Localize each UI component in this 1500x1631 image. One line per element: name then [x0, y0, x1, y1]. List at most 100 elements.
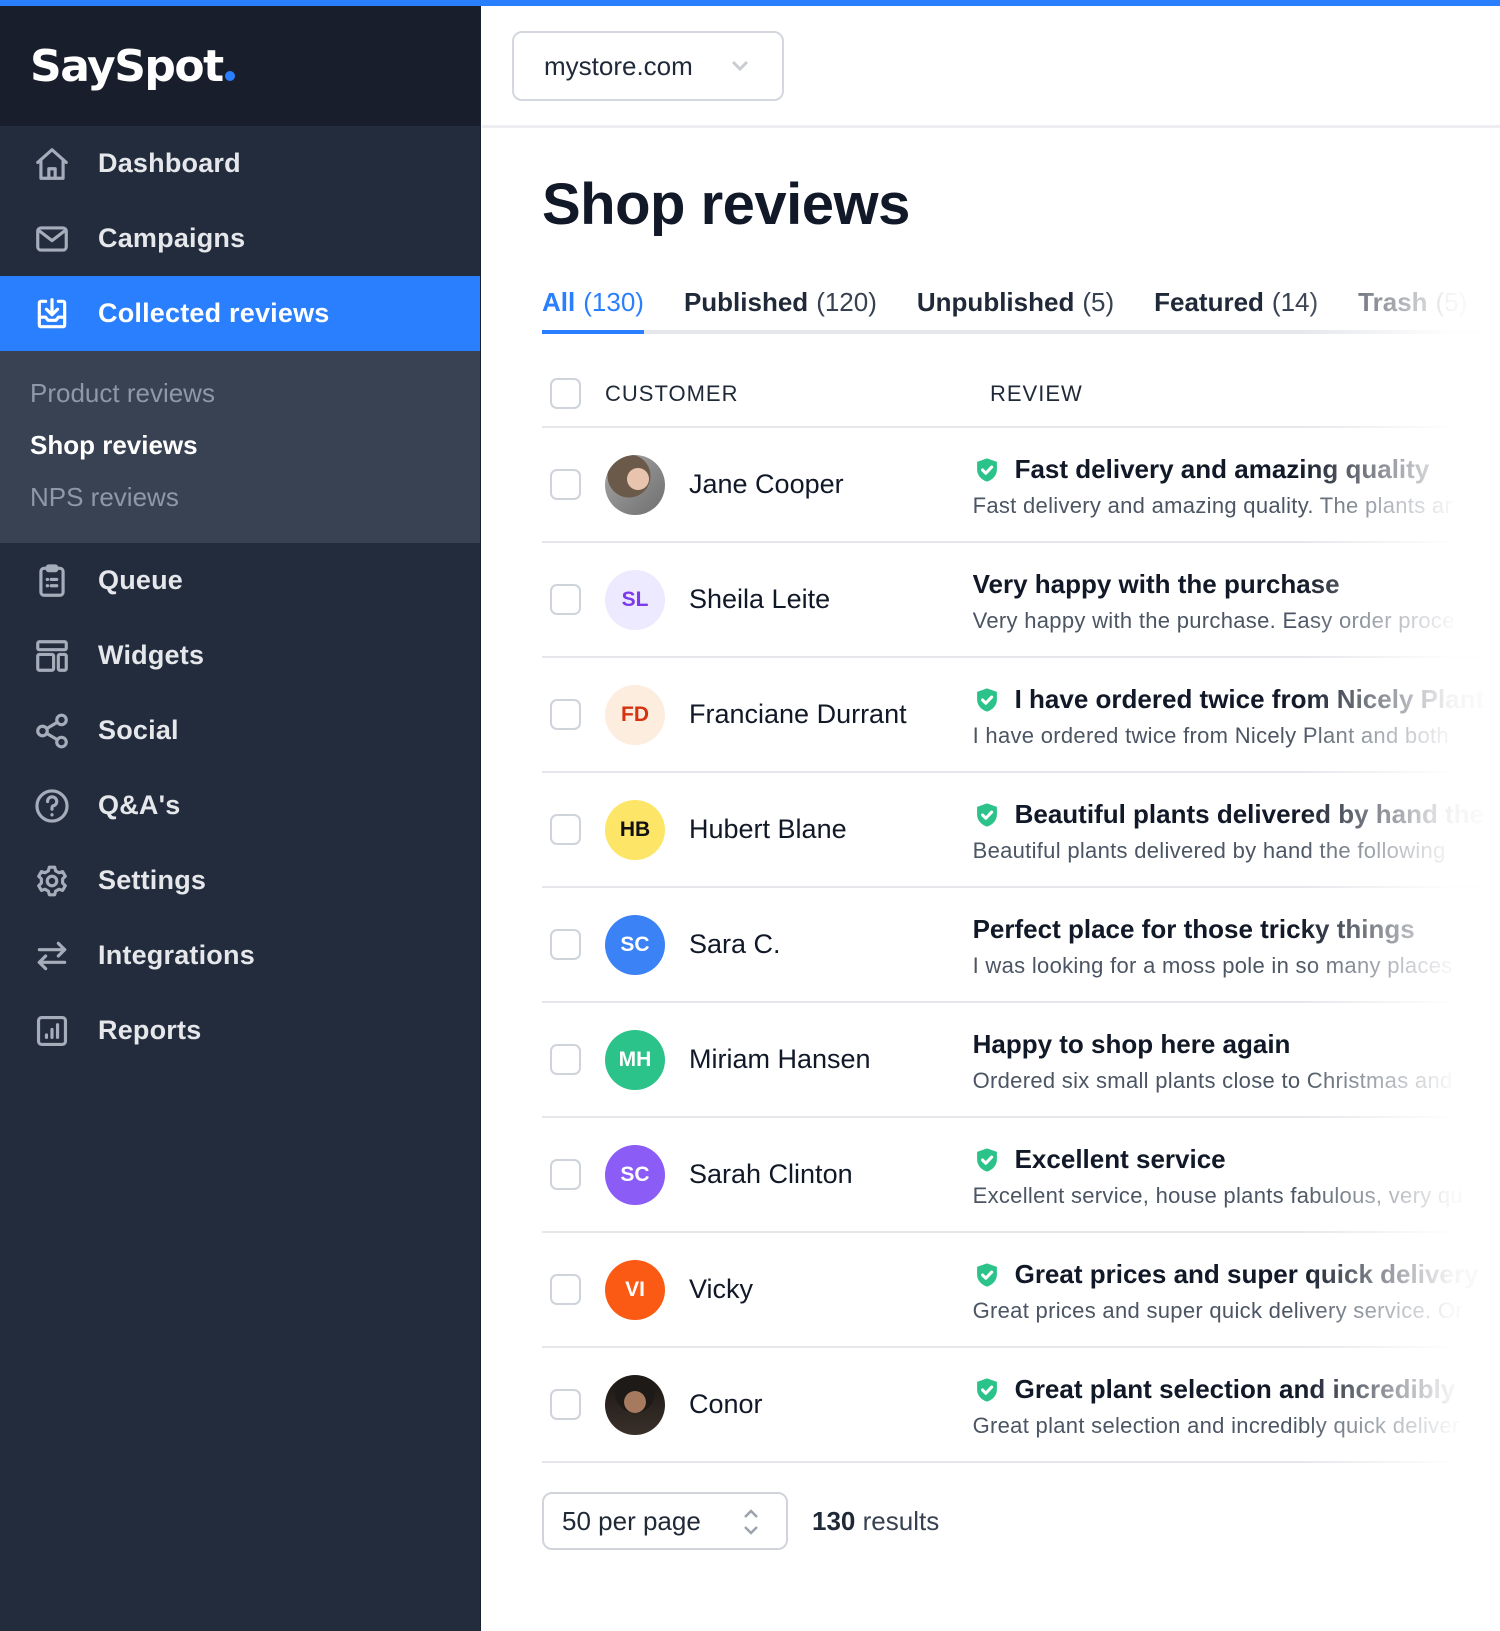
verified-shield-icon — [973, 1146, 1001, 1174]
review-body: Ordered six small plants close to Christ… — [972, 1067, 1453, 1093]
sidebar-item-campaigns[interactable]: Campaigns — [0, 201, 480, 276]
review-cell[interactable]: Fast delivery and amazing quality Fast d… — [973, 451, 1500, 519]
table-row[interactable]: SL Sheila Leite Very happy with the purc… — [542, 543, 1500, 658]
row-checkbox[interactable] — [550, 1389, 581, 1420]
sidebar-item-label: Dashboard — [98, 148, 241, 178]
mail-icon — [32, 219, 72, 259]
table-row[interactable]: SC Sarah Clinton Excellent service Excel… — [542, 1118, 1500, 1233]
verified-shield-icon — [973, 801, 1001, 829]
logo-dot — [224, 70, 235, 81]
sidebar-item-label: Reports — [98, 1015, 202, 1045]
review-cell[interactable]: Great prices and super quick delivery Gr… — [973, 1256, 1500, 1324]
customer-name: Franciane Durrant — [689, 699, 907, 729]
column-header-review: REVIEW — [990, 380, 1083, 406]
review-title-text: Happy to shop here again — [972, 1029, 1291, 1059]
verified-shield-icon — [973, 1261, 1001, 1289]
review-body: Fast delivery and amazing quality. The p… — [972, 492, 1453, 518]
review-title-text: Fast delivery and amazing quality — [1014, 454, 1430, 484]
tab-unpublished[interactable]: Unpublished (5) — [917, 274, 1114, 330]
tab-label: All — [542, 286, 576, 317]
store-select[interactable]: mystore.com — [512, 31, 784, 101]
bar-chart-icon — [32, 1011, 72, 1051]
review-cell[interactable]: Very happy with the purchase Very happy … — [973, 566, 1500, 634]
table-row[interactable]: FD Franciane Durrant I have ordered twic… — [542, 658, 1500, 773]
sidebar-item-integrations[interactable]: Integrations — [0, 918, 480, 993]
review-title-text: Perfect place for those tricky things — [972, 914, 1415, 944]
sidebar-item-dashboard[interactable]: Dashboard — [0, 126, 480, 201]
row-checkbox[interactable] — [550, 1044, 581, 1075]
row-checkbox[interactable] — [550, 699, 581, 730]
review-cell[interactable]: Perfect place for those tricky things I … — [973, 911, 1500, 979]
review-title-text: Beautiful plants delivered by hand the — [1014, 799, 1485, 829]
table-row[interactable]: VI Vicky Great prices and super quick de… — [542, 1233, 1500, 1348]
row-checkbox[interactable] — [550, 469, 581, 500]
logo[interactable]: SaySpot — [30, 41, 235, 92]
tab-all[interactable]: All (130) — [542, 274, 644, 334]
review-title: I have ordered twice from Nicely Plant — [973, 681, 1500, 719]
review-title: Very happy with the purchase — [973, 566, 1500, 604]
review-cell[interactable]: Great plant selection and incredibly Gre… — [973, 1371, 1500, 1439]
tab-count: (130) — [583, 286, 644, 317]
row-checkbox[interactable] — [550, 1159, 581, 1190]
row-checkbox[interactable] — [550, 929, 581, 960]
sidebar-item-settings[interactable]: Settings — [0, 843, 480, 918]
table-row[interactable]: MH Miriam Hansen Happy to shop here agai… — [542, 1003, 1500, 1118]
review-cell[interactable]: Excellent service Excellent service, hou… — [973, 1141, 1500, 1209]
sidebar-item-collected-reviews[interactable]: Collected reviews — [0, 276, 480, 351]
row-checkbox[interactable] — [550, 814, 581, 845]
tab-featured[interactable]: Featured (14) — [1154, 274, 1318, 330]
avatar: MH — [605, 1029, 665, 1090]
review-body: Very happy with the purchase. Easy order… — [972, 607, 1455, 633]
customer-name: Hubert Blane — [689, 814, 847, 844]
table-row[interactable]: Conor Great plant selection and incredib… — [542, 1348, 1500, 1463]
review-title: Happy to shop here again — [973, 1026, 1500, 1064]
row-checkbox[interactable] — [550, 1274, 581, 1305]
sidebar-item-queue[interactable]: Queue — [0, 543, 480, 618]
review-title: Great plant selection and incredibly — [973, 1371, 1500, 1409]
table-row[interactable]: HB Hubert Blane Beautiful plants deliver… — [542, 773, 1500, 888]
sidebar-item-label: Social — [98, 715, 179, 745]
review-cell[interactable]: Happy to shop here again Ordered six sma… — [973, 1026, 1500, 1094]
review-cell[interactable]: Beautiful plants delivered by hand the B… — [973, 796, 1500, 864]
sidebar-item-reports[interactable]: Reports — [0, 993, 480, 1068]
review-cell[interactable]: I have ordered twice from Nicely Plant I… — [973, 681, 1500, 749]
results-number: 130 — [812, 1505, 856, 1536]
review-body: I was looking for a moss pole in so many… — [972, 952, 1453, 978]
top-header: mystore.com — [482, 6, 1500, 128]
results-label: results — [862, 1505, 940, 1536]
collected-reviews-submenu: Product reviews Shop reviews NPS reviews — [0, 351, 480, 543]
review-title-text: Great plant selection and incredibly — [1014, 1374, 1456, 1404]
sidebar-item-label: Q&A's — [98, 790, 181, 820]
tab-trash[interactable]: Trash (5) — [1358, 274, 1467, 330]
sidebar-item-label: Collected reviews — [98, 298, 330, 328]
row-checkbox[interactable] — [550, 584, 581, 615]
review-title: Great prices and super quick delivery — [973, 1256, 1500, 1294]
avatar: FD — [605, 684, 665, 745]
tab-label: Published — [683, 286, 809, 317]
table-row[interactable]: Jane Cooper Fast delivery and amazing qu… — [542, 428, 1500, 543]
sidebar-item-label: Integrations — [98, 940, 255, 970]
submenu-item-product-reviews[interactable]: Product reviews — [30, 367, 480, 419]
submenu-item-shop-reviews[interactable]: Shop reviews — [30, 419, 480, 471]
logo-area: SaySpot — [0, 6, 480, 126]
avatar: SC — [605, 1144, 665, 1205]
layout-icon — [32, 636, 72, 676]
table-row[interactable]: SC Sara C. Perfect place for those trick… — [542, 888, 1500, 1003]
verified-shield-icon — [973, 456, 1001, 484]
avatar-photo — [605, 454, 665, 515]
submenu-item-nps-reviews[interactable]: NPS reviews — [30, 471, 480, 523]
sidebar-item-qa[interactable]: Q&A's — [0, 768, 480, 843]
review-title: Perfect place for those tricky things — [973, 911, 1500, 949]
customer-name: Sarah Clinton — [689, 1159, 853, 1189]
review-body: Excellent service, house plants fabulous… — [972, 1182, 1464, 1208]
customer-name: Jane Cooper — [689, 469, 844, 499]
sidebar-item-widgets[interactable]: Widgets — [0, 618, 480, 693]
page-title: Shop reviews — [542, 172, 910, 237]
tab-published[interactable]: Published (120) — [684, 274, 877, 330]
tab-count: (14) — [1271, 286, 1319, 317]
sidebar-item-social[interactable]: Social — [0, 693, 480, 768]
per-page-select[interactable]: 50 per page — [542, 1492, 788, 1550]
select-all-checkbox[interactable] — [550, 378, 581, 409]
top-accent-bar — [0, 0, 1500, 6]
share-icon — [32, 711, 72, 751]
